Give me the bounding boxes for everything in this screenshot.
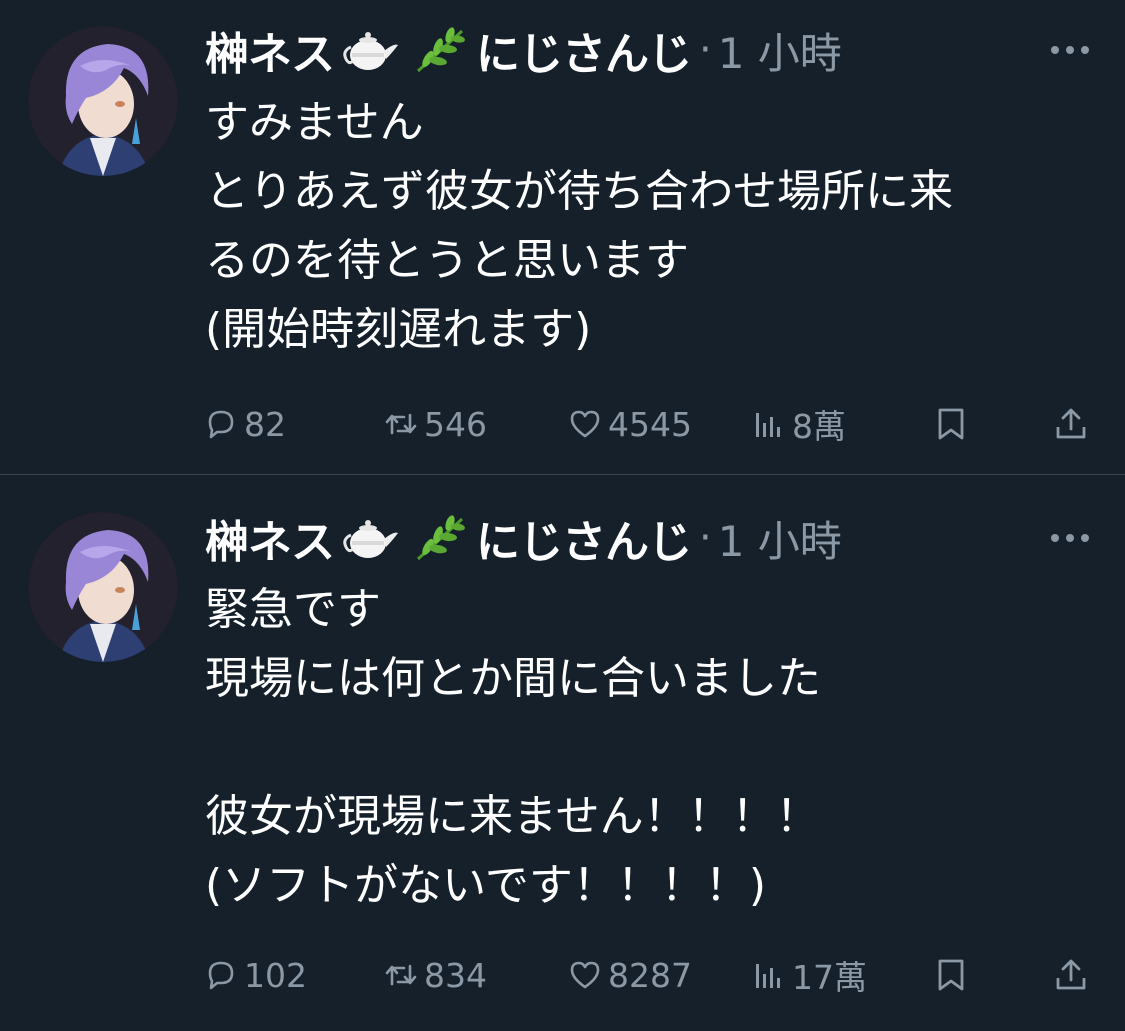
- bookmark-button[interactable]: [934, 949, 974, 1001]
- tweet-header: 榊ネス にじさんじ · 1 小時: [205, 20, 842, 81]
- reply-count: 82: [244, 404, 286, 444]
- reply-count: 102: [244, 955, 307, 995]
- tweet-text: すみません とりあえず彼女が待ち合わせ場所に来 るのを待とうと思います (開始時…: [205, 88, 1105, 364]
- tweet-text-line: 現場には何とか間に合いました: [205, 653, 821, 704]
- tweet-text-line: すみません: [205, 97, 424, 148]
- bookmark-icon: [934, 407, 968, 441]
- author-affiliation: にじさんじ: [476, 29, 692, 80]
- views-button[interactable]: 17萬: [752, 949, 867, 1001]
- tweet[interactable]: 榊ネス にじさんじ · 1 小時: [0, 0, 1125, 474]
- retweet-icon: [384, 407, 418, 441]
- avatar-image: [28, 512, 178, 662]
- retweet-button[interactable]: 834: [384, 949, 487, 1001]
- teapot-emoji-icon: [340, 513, 402, 563]
- heart-icon: [568, 407, 602, 441]
- retweet-count: 546: [424, 404, 487, 444]
- author-display-name[interactable]: 榊ネス: [205, 18, 335, 82]
- tweet-text-line: (開始時刻遅れます): [205, 304, 592, 355]
- views-bar-chart-icon: [752, 407, 786, 441]
- tweet-actions: 82 546 4545 8萬: [0, 398, 1125, 450]
- more-options-icon[interactable]: [1049, 532, 1091, 544]
- tweet-text-line: 緊急です: [205, 584, 381, 635]
- reply-icon: [204, 958, 238, 992]
- tweet-text-line: (ソフトがないです！！！！): [205, 860, 767, 911]
- separator-dot: ·: [699, 27, 712, 73]
- tweet-text-line: るのを待とうと思います: [205, 235, 689, 286]
- tweet-text-line: とりあえず彼女が待ち合わせ場所に来: [205, 166, 953, 217]
- views-bar-chart-icon: [752, 958, 786, 992]
- views-count: 8萬: [792, 407, 846, 446]
- retweet-button[interactable]: 546: [384, 398, 487, 450]
- tweet-timestamp[interactable]: 1 小時: [718, 508, 842, 569]
- author-display-name[interactable]: 榊ネス: [205, 506, 335, 570]
- reply-button[interactable]: 102: [204, 949, 307, 1001]
- separator-dot: ·: [699, 515, 712, 561]
- tweet-timestamp[interactable]: 1 小時: [718, 20, 842, 81]
- like-count: 4545: [608, 404, 692, 444]
- share-icon: [1054, 958, 1088, 992]
- like-count: 8287: [608, 955, 692, 995]
- reply-button[interactable]: 82: [204, 398, 286, 450]
- tweet-text-line: [205, 713, 1105, 782]
- share-icon: [1054, 407, 1088, 441]
- tweet-header: 榊ネス にじさんじ · 1 小時: [205, 508, 842, 569]
- like-button[interactable]: 8287: [568, 949, 692, 1001]
- tweet-text-line: 彼女が現場に来ません！！！！: [205, 791, 820, 842]
- retweet-icon: [384, 958, 418, 992]
- more-options-icon[interactable]: [1049, 44, 1091, 56]
- bookmark-button[interactable]: [934, 398, 974, 450]
- views-button[interactable]: 8萬: [752, 398, 846, 450]
- heart-icon: [568, 958, 602, 992]
- herb-emoji-icon: [408, 25, 470, 75]
- tweet[interactable]: 榊ネス にじさんじ · 1 小時: [0, 475, 1125, 1031]
- bookmark-icon: [934, 958, 968, 992]
- retweet-count: 834: [424, 955, 487, 995]
- reply-icon: [204, 407, 238, 441]
- author-affiliation: にじさんじ: [476, 517, 692, 568]
- avatar-image: [28, 26, 178, 176]
- teapot-emoji-icon: [340, 25, 402, 75]
- avatar[interactable]: [28, 512, 178, 662]
- avatar[interactable]: [28, 26, 178, 176]
- views-count: 17萬: [792, 958, 867, 997]
- like-button[interactable]: 4545: [568, 398, 692, 450]
- share-button[interactable]: [1054, 398, 1094, 450]
- tweet-actions: 102 834 8287 17萬: [0, 949, 1125, 1001]
- herb-emoji-icon: [408, 513, 470, 563]
- tweet-text: 緊急です 現場には何とか間に合いました 彼女が現場に来ません！！！！ (ソフトが…: [205, 575, 1105, 920]
- share-button[interactable]: [1054, 949, 1094, 1001]
